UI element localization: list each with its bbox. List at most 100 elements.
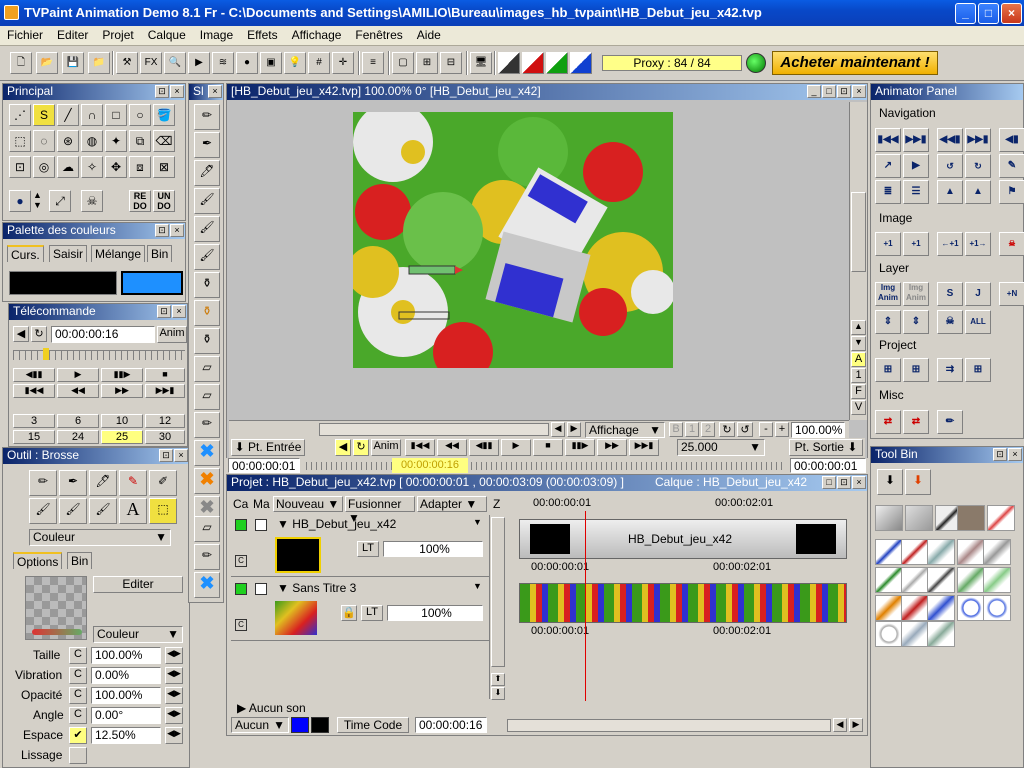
fps-3[interactable]: 3 — [13, 414, 55, 428]
tab-options[interactable]: Options — [13, 552, 63, 569]
scroll-down-icon[interactable]: ▼ — [851, 336, 866, 351]
close-button[interactable]: × — [1001, 3, 1022, 24]
timecode-button[interactable]: Time Code — [337, 717, 409, 733]
brush-size-arrows[interactable]: ▲ ▼ — [33, 190, 47, 212]
brush-mode2-select[interactable]: Couleur ▼ — [93, 626, 183, 643]
color-wheel-icon[interactable]: ● — [236, 52, 258, 74]
canvas-vscroll[interactable]: ▲ ▼ A 1 F V — [849, 102, 867, 420]
eraser-icon[interactable]: ▱ — [194, 516, 220, 542]
brush-icon[interactable]: 🖌 — [194, 216, 220, 242]
brush-icon[interactable]: 🖌 — [194, 244, 220, 270]
warp-icon[interactable]: ◎ — [33, 156, 55, 178]
none-select[interactable]: Aucun ▼ — [231, 717, 289, 733]
preset-swatch[interactable] — [875, 505, 903, 531]
preset-swatch[interactable] — [901, 539, 929, 565]
menu-calque[interactable]: Calque — [141, 26, 193, 44]
select-magic-icon[interactable]: ⊛ — [57, 130, 79, 152]
adapt-button[interactable]: Adapter ▼ — [417, 496, 487, 512]
menu-affichage[interactable]: Affichage — [285, 26, 349, 44]
canvas-hscroll[interactable] — [319, 423, 549, 436]
layer-all-icon[interactable]: ALL — [965, 310, 991, 334]
color-black-swatch[interactable] — [311, 717, 329, 733]
taille-value[interactable]: 100.00% — [91, 647, 161, 664]
knife-icon[interactable]: ✐ — [149, 470, 177, 496]
tc-end[interactable]: 00:00:00:01 — [790, 458, 866, 473]
step-fwd-button[interactable]: ▮▮▶ — [101, 368, 143, 382]
selection-tool-icon[interactable]: ⬚ — [149, 498, 177, 524]
cancel-icon[interactable]: ⊠ — [153, 156, 175, 178]
preset-swatch[interactable] — [927, 539, 955, 565]
zoom-icon[interactable]: 🔍 — [164, 52, 186, 74]
airbrush-icon[interactable]: ✎ — [119, 470, 147, 496]
espace-check[interactable]: ✔ — [69, 727, 87, 744]
zoom-in-button[interactable]: + — [775, 422, 789, 437]
curve-icon[interactable]: ∩ — [81, 104, 103, 126]
ink-bottle-icon[interactable]: ⚱ — [194, 328, 220, 354]
table-icon[interactable]: ⊟ — [440, 52, 462, 74]
sound-toggle-icon[interactable]: ◀ — [335, 439, 351, 456]
rewind-button[interactable]: ◀◀ — [437, 439, 467, 456]
nav-first-icon[interactable]: ▮◀◀ — [875, 128, 901, 152]
layer-visible-icon[interactable] — [235, 583, 247, 595]
brush-icon[interactable]: 🖌 — [29, 498, 57, 524]
skull-icon[interactable]: ☠ — [81, 190, 103, 212]
fill-icon[interactable]: 🪣 — [153, 104, 175, 126]
layer-mask-check[interactable] — [255, 583, 267, 595]
timeline-tc[interactable]: 00:00:00:16 — [415, 717, 487, 733]
freehand-icon[interactable]: S — [33, 104, 55, 126]
param-arrows[interactable]: ◀▶ — [165, 647, 183, 664]
nav-rewind15-icon[interactable]: ↺ — [937, 154, 963, 178]
primary-color-swatch[interactable] — [9, 271, 117, 295]
img-anim-button[interactable]: Img Anim — [875, 282, 901, 306]
layer-c-icon[interactable]: C — [235, 619, 247, 631]
menu-fenetres[interactable]: Fenêtres — [348, 26, 409, 44]
merge-button[interactable]: Fusionner ▼ — [345, 496, 415, 525]
step-back-button[interactable]: ◀▮▮ — [13, 368, 55, 382]
layers-vscroll[interactable]: ⬆ ⬇ — [489, 515, 505, 700]
nav-stairs-icon[interactable]: ≣ — [875, 180, 901, 204]
folder-icon[interactable]: 📁 — [88, 52, 110, 74]
layer-visible-icon[interactable] — [235, 519, 247, 531]
minimize-button[interactable]: _ — [955, 3, 976, 24]
preset-swatch[interactable] — [983, 539, 1011, 565]
view-b-button[interactable]: B — [669, 422, 683, 437]
tab-melange[interactable]: Mélange — [91, 245, 146, 262]
preset-swatch[interactable] — [905, 505, 933, 531]
remote-timecode[interactable]: 00:00:00:16 — [51, 326, 155, 343]
ffwd-button[interactable]: ▶▶ — [597, 439, 627, 456]
frame-icon[interactable]: ▢ — [392, 52, 414, 74]
fan-brush-icon[interactable]: 🖌 — [89, 498, 117, 524]
nav-play-icon[interactable]: ▶ — [903, 154, 929, 178]
nav-stepback-icon[interactable]: ◀▮ — [999, 128, 1024, 152]
menu-editer[interactable]: Editer — [50, 26, 95, 44]
last-frame-button[interactable]: ▶▶▮ — [629, 439, 659, 456]
fps-24[interactable]: 24 — [57, 430, 99, 444]
tab-brush-bin[interactable]: Bin — [67, 552, 93, 569]
img-delete-icon[interactable]: ☠ — [999, 232, 1024, 256]
fps-15[interactable]: 15 — [13, 430, 55, 444]
rotate-icon[interactable]: ↻ — [719, 422, 735, 437]
img-move-left-icon[interactable]: ←+1 — [937, 232, 963, 256]
preset-swatch[interactable] — [875, 595, 903, 621]
x-multi-icon[interactable]: ✖ — [194, 572, 220, 598]
preset-swatch[interactable] — [901, 621, 929, 647]
red-channel-icon[interactable] — [522, 52, 544, 74]
preset-swatch[interactable] — [957, 539, 985, 565]
lissage-check[interactable] — [69, 747, 87, 764]
layer-lt-button[interactable]: LT — [357, 541, 379, 557]
side-v-button[interactable]: V — [851, 400, 866, 415]
preset-swatch[interactable] — [957, 567, 985, 593]
preset-swatch[interactable] — [983, 567, 1011, 593]
layer-new-icon[interactable]: +N — [999, 282, 1024, 306]
magic-wand-icon[interactable]: ✧ — [81, 156, 103, 178]
undo-button[interactable]: UN DO — [153, 190, 175, 212]
lightbulb-icon[interactable]: 💡 — [284, 52, 306, 74]
scroll-right-icon[interactable]: ▶ — [567, 422, 581, 437]
layer-lt-button[interactable]: LT — [361, 605, 383, 621]
param-c-button[interactable]: C — [69, 687, 87, 704]
fps-10[interactable]: 10 — [101, 414, 143, 428]
preset-swatch[interactable] — [901, 595, 929, 621]
img-anim-button-2[interactable]: Img Anim — [903, 282, 929, 306]
vibration-value[interactable]: 0.00% — [91, 667, 161, 684]
clear-icon[interactable]: ⌫ — [153, 130, 175, 152]
